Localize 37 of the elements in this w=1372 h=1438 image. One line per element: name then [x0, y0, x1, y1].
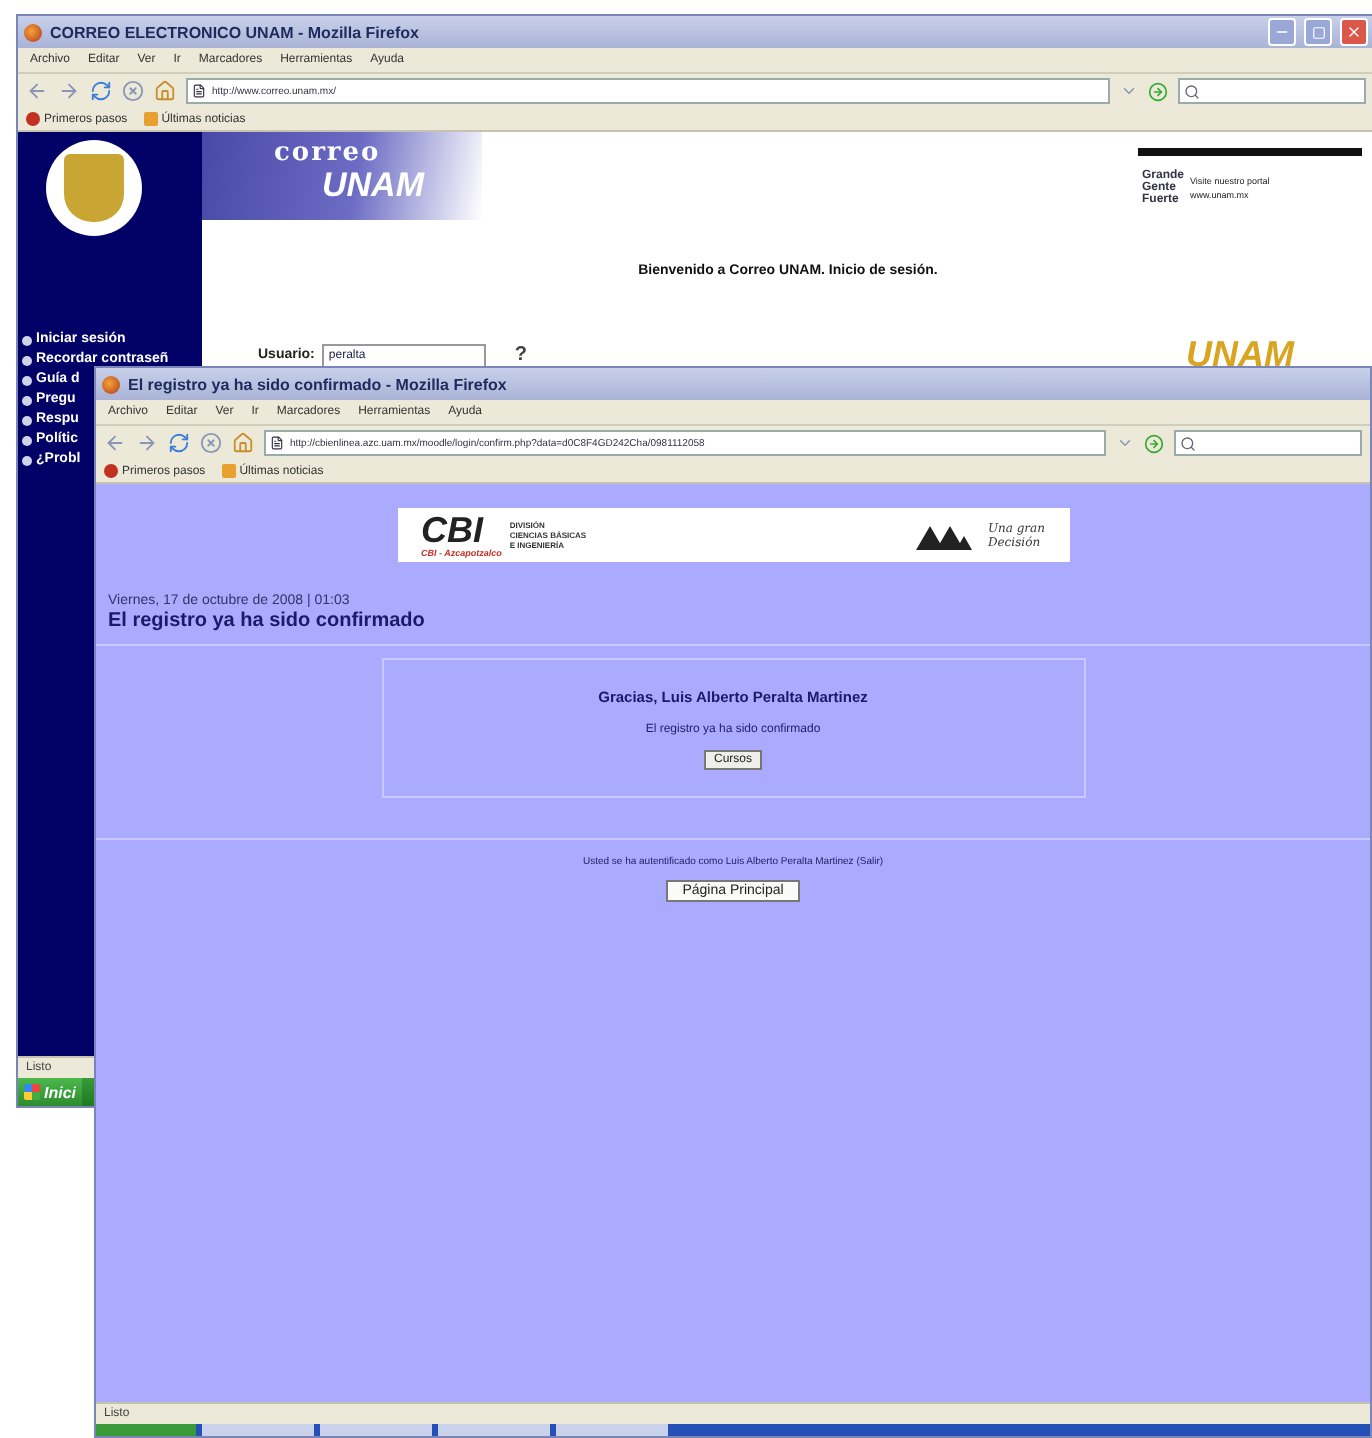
logo-text: UNAM: [320, 168, 427, 204]
page-heading: El registro ya ha sido confirmado: [108, 610, 427, 632]
triangles-logo-icon: [915, 521, 972, 549]
minimize-button[interactable]: [1268, 18, 1296, 46]
reload-icon[interactable]: [168, 432, 190, 454]
dropdown-icon[interactable]: [1116, 434, 1134, 452]
home-icon[interactable]: [154, 80, 176, 102]
go-icon[interactable]: [1148, 81, 1168, 101]
dropdown-icon[interactable]: [1120, 82, 1138, 100]
stop-icon[interactable]: [122, 80, 144, 102]
help-mark[interactable]: ?: [514, 344, 528, 366]
forward-icon[interactable]: [136, 432, 158, 454]
seal-logo: UNAM: [1186, 334, 1294, 376]
maximize-button[interactable]: [1304, 18, 1332, 46]
stop-icon[interactable]: [200, 432, 222, 454]
search-icon: [1184, 83, 1200, 99]
search-field[interactable]: [1178, 78, 1366, 104]
go-icon[interactable]: [1144, 433, 1164, 453]
crest-emblem: [46, 140, 142, 236]
window-title: CORREO ELECTRONICO UNAM - Mozilla Firefox: [50, 23, 421, 41]
maximize-icon: [1311, 25, 1325, 39]
forward-icon[interactable]: [58, 80, 80, 102]
search-icon: [1180, 435, 1196, 451]
search-field[interactable]: [1174, 430, 1362, 456]
logo-text: correo: [274, 140, 383, 168]
window-title: El registro ya ha sido confirmado - Mozilla Firefox: [128, 375, 509, 393]
browser-icon: [24, 23, 42, 41]
back-icon[interactable]: [104, 432, 126, 454]
reload-icon[interactable]: [90, 80, 112, 102]
page-icon: [270, 436, 284, 450]
back-icon[interactable]: [26, 80, 48, 102]
close-icon: [1346, 24, 1362, 40]
browser-icon: [102, 375, 120, 393]
brand-logo: CBI: [421, 513, 486, 547]
page-icon: [192, 84, 206, 98]
close-button[interactable]: [1340, 18, 1368, 46]
home-icon[interactable]: [232, 432, 254, 454]
